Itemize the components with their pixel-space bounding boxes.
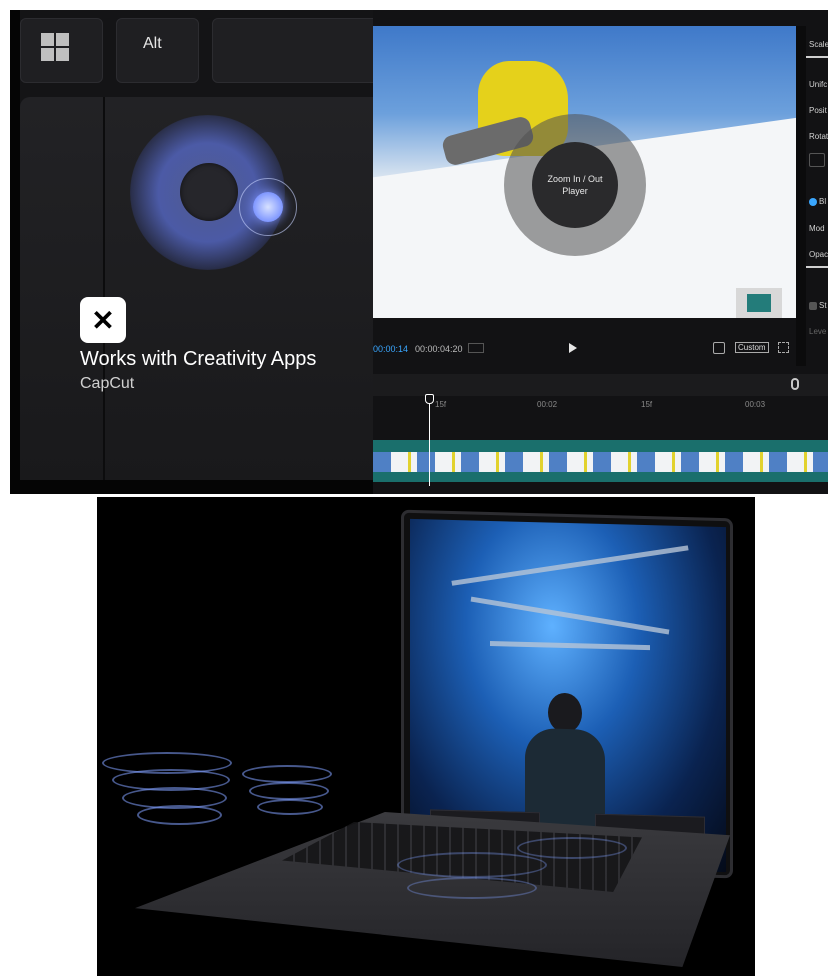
audio-wave-ring-icon bbox=[242, 765, 332, 783]
video-track-header bbox=[373, 440, 828, 452]
blend-check-icon[interactable] bbox=[809, 197, 817, 206]
audio-wave-ring-icon bbox=[407, 877, 537, 899]
audio-wave-ring-icon bbox=[517, 837, 627, 859]
transport-bar: 00:00:14 00:00:04:20 Custom bbox=[373, 335, 796, 363]
properties-panel: Scale Unifc Posit Rotat Bl Mod Opac St L… bbox=[806, 26, 828, 366]
stage-truss bbox=[451, 545, 689, 586]
zoom-player-label[interactable]: Zoom In / Out Player bbox=[532, 142, 618, 228]
prop-scale-underline bbox=[806, 56, 828, 58]
windows-key[interactable] bbox=[20, 18, 103, 83]
prop-scale[interactable]: Scale bbox=[809, 40, 828, 49]
prop-opacity[interactable]: Opac bbox=[809, 250, 828, 259]
ruler-label: 15f bbox=[435, 400, 447, 409]
promo-app-name: CapCut bbox=[80, 375, 135, 392]
windows-logo-icon bbox=[41, 33, 69, 61]
prop-blend-label: Bl bbox=[819, 197, 827, 206]
audio-wave-ring-icon bbox=[249, 782, 329, 800]
dj-head bbox=[548, 692, 582, 734]
audio-wave-ring-icon bbox=[257, 799, 323, 815]
microphone-icon[interactable] bbox=[791, 378, 799, 390]
audio-wave-ring-icon bbox=[397, 852, 547, 878]
align-left-icon[interactable] bbox=[809, 153, 825, 167]
audio-wave-ring-icon bbox=[137, 805, 222, 825]
prop-mode[interactable]: Mod bbox=[809, 224, 825, 233]
fit-screen-icon[interactable] bbox=[713, 342, 725, 354]
prop-position[interactable]: Posit bbox=[809, 106, 827, 115]
prop-uniform[interactable]: Unifc bbox=[809, 80, 827, 89]
video-track-footer bbox=[373, 472, 828, 482]
timeline-ruler[interactable]: 15f 00:02 15f 00:03 bbox=[373, 396, 828, 416]
prop-level[interactable]: Leve bbox=[809, 327, 826, 336]
playhead-line[interactable] bbox=[429, 396, 430, 486]
laptop-product-image bbox=[97, 497, 755, 976]
prop-stabilize[interactable]: St bbox=[809, 301, 827, 310]
stage-truss bbox=[490, 640, 650, 651]
play-icon[interactable] bbox=[569, 343, 577, 353]
stage-truss bbox=[470, 596, 670, 635]
fullscreen-icon[interactable] bbox=[778, 342, 789, 353]
alt-key[interactable]: Alt bbox=[116, 18, 199, 83]
promo-title: Works with Creativity Apps bbox=[80, 348, 317, 370]
keyboard-touchpad-area: Alt ✕ Works with Creativity Apps CapCut bbox=[20, 10, 382, 480]
touch-point-icon[interactable] bbox=[253, 192, 283, 222]
canvas-color-swatch[interactable] bbox=[736, 288, 782, 318]
ruler-label: 00:03 bbox=[745, 400, 766, 409]
prop-blend[interactable]: Bl bbox=[809, 197, 826, 206]
ruler-label: 15f bbox=[641, 400, 653, 409]
touchpad-divider bbox=[103, 97, 105, 480]
video-clip-thumbnails[interactable] bbox=[373, 452, 828, 472]
timeline-toolbar bbox=[373, 374, 828, 396]
playhead-handle[interactable] bbox=[425, 394, 434, 404]
capcut-logo-icon: ✕ bbox=[80, 297, 126, 343]
spacebar-key[interactable] bbox=[212, 18, 382, 83]
current-timecode: 00:00:14 bbox=[373, 344, 409, 354]
total-timecode: 00:00:04:20 bbox=[415, 344, 463, 354]
capcut-editor: Zoom In / Out Player 00:00:14 00:00:04:2… bbox=[373, 10, 828, 494]
prop-stabilize-label: St bbox=[819, 301, 827, 310]
grid-icon[interactable] bbox=[468, 343, 484, 353]
prop-rotate[interactable]: Rotat bbox=[809, 132, 828, 141]
stabilize-check-icon[interactable] bbox=[809, 301, 817, 310]
ruler-label: 00:02 bbox=[537, 400, 558, 409]
ratio-button[interactable]: Custom bbox=[735, 342, 769, 353]
panel-divider bbox=[796, 26, 806, 366]
dial-center-icon bbox=[180, 163, 238, 221]
touchpad-demo-frame: Alt ✕ Works with Creativity Apps CapCut … bbox=[10, 10, 828, 494]
prop-opacity-underline bbox=[806, 266, 828, 268]
